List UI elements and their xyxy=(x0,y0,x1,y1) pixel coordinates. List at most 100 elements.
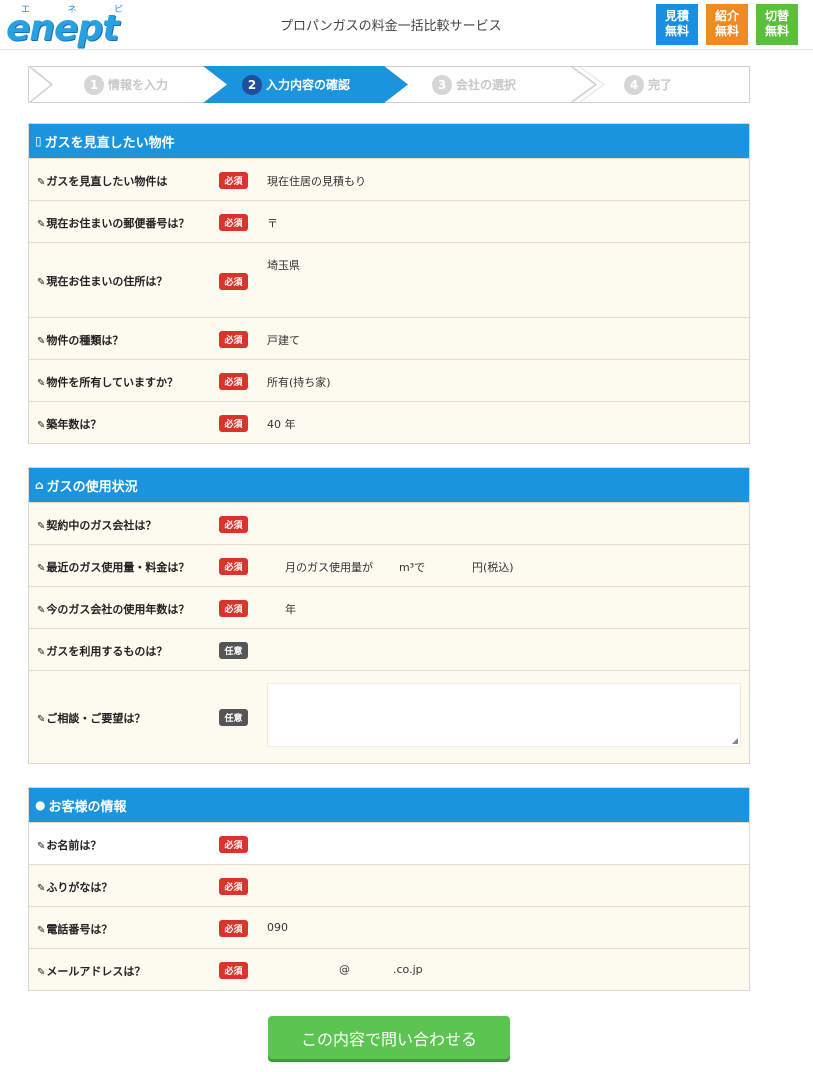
row-label: ✎現在お住まいの郵便番号は？ xyxy=(37,215,189,231)
row-building-age: ✎築年数は？ 必須 40 年 xyxy=(29,401,749,443)
section-title: お客様の情報 xyxy=(48,799,127,815)
row-label: ✎契約中のガス会社は？ xyxy=(37,517,156,533)
label-text: お名前は？ xyxy=(46,839,102,852)
step-label: 情報を入力 xyxy=(108,78,169,92)
pencil-icon: ✎ xyxy=(37,883,46,894)
label-text: 契約中のガス会社は？ xyxy=(46,519,157,532)
required-tag: 必須 xyxy=(219,962,248,979)
optional-tag: 任意 xyxy=(219,642,248,659)
row-label: ✎ご相談・ご要望は？ xyxy=(37,710,145,726)
row-value: 40 年 xyxy=(267,418,296,431)
required-tag: 必須 xyxy=(219,172,248,189)
person-icon: ● xyxy=(35,798,46,812)
row-value: 埼玉県 xyxy=(267,259,300,272)
row-current-gas-company: ✎契約中のガス会社は？ 必須 xyxy=(29,502,749,544)
pencil-icon: ✎ xyxy=(37,336,46,347)
required-tag: 必須 xyxy=(219,273,248,290)
label-text: 現在お住まいの住所は？ xyxy=(46,275,168,288)
row-label: ✎物件を所有していますか？ xyxy=(37,374,178,390)
step-1: 1 情報を入力 xyxy=(84,66,168,103)
label-text: 最近のガス使用量・料金は？ xyxy=(46,561,190,574)
row-label: ✎ガスを見直したい物件は xyxy=(37,173,167,189)
required-tag: 必須 xyxy=(219,878,248,895)
step-label: 完了 xyxy=(648,78,673,92)
row-name: ✎お名前は？ 必須 xyxy=(29,822,749,864)
row-ownership: ✎物件を所有していますか？ 必須 所有(持ち家) xyxy=(29,359,749,401)
label-text: ご相談・ご要望は？ xyxy=(46,712,146,725)
row-label: ✎築年数は？ xyxy=(37,416,101,432)
step-2-active: 2 入力内容の確認 xyxy=(242,66,350,103)
required-tag: 必須 xyxy=(219,331,248,348)
label-text: ガスを利用するものは？ xyxy=(46,645,168,658)
badge-line: 切替 xyxy=(764,9,789,23)
label-text: 物件の種類は？ xyxy=(46,334,124,347)
row-property-type: ✎物件の種類は？ 必須 戸建て xyxy=(29,317,749,359)
progress-steps: 1 情報を入力 2 入力内容の確認 3 会社の選択 4 完了 xyxy=(28,66,750,103)
section-title: ガスを見直したい物件 xyxy=(44,135,175,151)
pencil-icon: ✎ xyxy=(37,714,46,725)
row-recent-usage: ✎最近のガス使用量・料金は？ 必須 月のガス使用量が m³で 円(税込) xyxy=(29,544,749,586)
row-gas-uses: ✎ガスを利用するものは？ 任意 xyxy=(29,628,749,670)
label-text: メールアドレスは？ xyxy=(46,965,146,978)
row-usage-years: ✎今のガス会社の使用年数は？ 必須 年 xyxy=(29,586,749,628)
pencil-icon: ✎ xyxy=(37,378,46,389)
tagline: プロパンガスの料金一括比較サービス xyxy=(280,19,502,34)
row-postal-code: ✎現在お住まいの郵便番号は？ 必須 〒 xyxy=(29,200,749,242)
home-icon: ⌂ xyxy=(35,478,44,492)
required-tag: 必須 xyxy=(219,558,248,575)
badge-line: 無料 xyxy=(714,24,739,38)
row-furigana: ✎ふりがなは？ 必須 xyxy=(29,864,749,906)
usage-text-2: m³で xyxy=(399,561,426,574)
label-text: ガスを見直したい物件は xyxy=(46,175,168,188)
step-number: 4 xyxy=(624,74,644,95)
row-label: ✎お名前は？ xyxy=(37,837,101,853)
email-domain: .co.jp xyxy=(393,963,423,976)
required-tag: 必須 xyxy=(219,415,248,432)
submit-inquiry-button[interactable]: この内容で問い合わせる xyxy=(268,1016,510,1059)
label-text: 築年数は？ xyxy=(46,418,102,431)
badge-switch-free: 切替 無料 xyxy=(756,4,798,45)
customer-section: ● お客様の情報 ✎お名前は？ 必須 ✎ふりがなは？ 必須 ✎電話番号は？ 必須… xyxy=(28,787,750,991)
pencil-icon: ✎ xyxy=(37,420,46,431)
section-title: ガスの使用状況 xyxy=(46,479,138,495)
pencil-icon: ✎ xyxy=(37,841,46,852)
pencil-icon: ✎ xyxy=(37,563,46,574)
requests-textarea[interactable]: ◢ xyxy=(267,683,741,747)
badge-line: 無料 xyxy=(764,24,789,38)
pencil-icon: ✎ xyxy=(37,647,46,658)
badge-estimate-free: 見積 無料 xyxy=(656,4,698,45)
row-value: 〒 xyxy=(267,217,278,230)
row-label: ✎電話番号は？ xyxy=(37,921,112,937)
row-email: ✎メールアドレスは？ 必須 @ .co.jp xyxy=(29,948,749,990)
badge-line: 無料 xyxy=(664,24,689,38)
row-value: 戸建て xyxy=(267,334,300,347)
row-requests: ✎ご相談・ご要望は？ 任意 ◢ xyxy=(29,670,749,763)
resize-handle-icon[interactable]: ◢ xyxy=(732,736,738,745)
row-label: ✎ふりがなは？ xyxy=(37,879,112,895)
badge-line: 見積 xyxy=(664,9,689,23)
required-tag: 必須 xyxy=(219,214,248,231)
row-label: ✎メールアドレスは？ xyxy=(37,963,145,979)
step-3: 3 会社の選択 xyxy=(432,66,516,103)
row-phone: ✎電話番号は？ 必須 090 xyxy=(29,906,749,948)
badge-introduction-free: 紹介 無料 xyxy=(706,4,748,45)
enepi-logo[interactable]: エ ネ ピ enept xyxy=(6,2,132,48)
label-text: 現在お住まいの郵便番号は？ xyxy=(46,217,190,230)
step-number: 1 xyxy=(84,74,104,95)
required-tag: 必須 xyxy=(219,516,248,533)
row-label: ✎現在お住まいの住所は？ xyxy=(37,273,167,289)
row-label: ✎今のガス会社の使用年数は？ xyxy=(37,601,189,617)
badge-line: 紹介 xyxy=(714,9,739,23)
label-text: 電話番号は？ xyxy=(46,923,113,936)
usage-section-header: ⌂ ガスの使用状況 xyxy=(29,468,749,502)
required-tag: 必須 xyxy=(219,373,248,390)
pencil-icon: ✎ xyxy=(37,521,46,532)
pencil-icon: ✎ xyxy=(37,605,46,616)
optional-tag: 任意 xyxy=(219,709,248,726)
step-label: 入力内容の確認 xyxy=(266,78,351,92)
usage-section: ⌂ ガスの使用状況 ✎契約中のガス会社は？ 必須 ✎最近のガス使用量・料金は？ … xyxy=(28,467,750,764)
step-number: 3 xyxy=(432,74,452,95)
document-icon: ▯ xyxy=(35,134,42,148)
step-number: 2 xyxy=(242,74,262,95)
pencil-icon: ✎ xyxy=(37,925,46,936)
